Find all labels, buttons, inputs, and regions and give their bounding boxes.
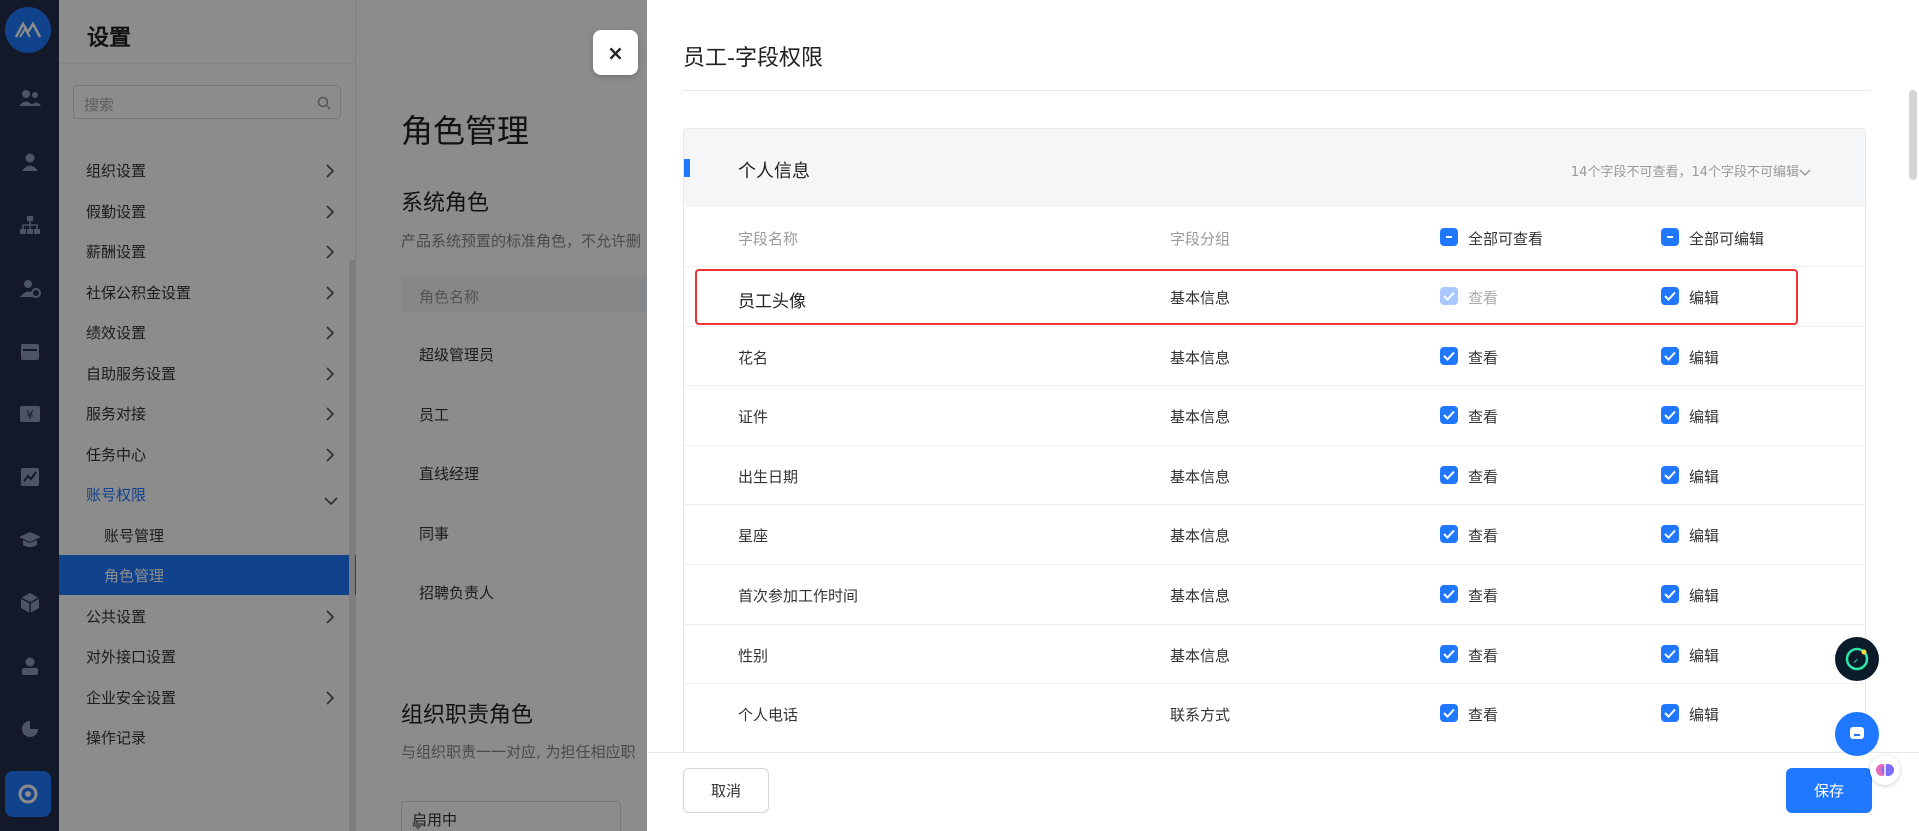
edit-all-label: 全部可编辑 bbox=[1689, 230, 1765, 248]
view-all-checkbox[interactable] bbox=[1440, 228, 1458, 246]
field-group-panel: 个人信息 14个字段不可查看，14个字段不可编辑 字段名称 字段分组 全部可查看… bbox=[683, 128, 1866, 831]
field-group-summary: 14个字段不可查看，14个字段不可编辑 bbox=[1570, 165, 1799, 180]
view-checkbox[interactable] bbox=[1440, 347, 1458, 365]
column-field-group: 字段分组 bbox=[1170, 230, 1231, 248]
field-group: 基本信息 bbox=[1170, 408, 1231, 426]
close-drawer-button[interactable]: × bbox=[593, 30, 638, 75]
edit-label: 编辑 bbox=[1689, 408, 1720, 426]
ai-assistant-icon[interactable] bbox=[1835, 637, 1879, 681]
view-checkbox bbox=[1440, 287, 1458, 305]
edit-checkbox[interactable] bbox=[1661, 645, 1679, 663]
field-group-name: 个人信息 bbox=[738, 161, 810, 182]
chat-support-icon[interactable] bbox=[1835, 712, 1879, 756]
edit-checkbox[interactable] bbox=[1661, 525, 1679, 543]
table-row: 星座 基本信息 查看 编辑 bbox=[684, 504, 1865, 564]
view-label: 查看 bbox=[1468, 349, 1499, 367]
field-name: 证件 bbox=[738, 408, 769, 426]
table-row: 花名 基本信息 查看 编辑 bbox=[684, 326, 1865, 386]
field-name: 员工头像 bbox=[738, 292, 806, 312]
view-label: 查看 bbox=[1468, 468, 1499, 486]
edit-checkbox[interactable] bbox=[1661, 406, 1679, 424]
field-group: 联系方式 bbox=[1170, 706, 1231, 724]
view-label: 查看 bbox=[1468, 527, 1499, 545]
view-checkbox[interactable] bbox=[1440, 406, 1458, 424]
cancel-button[interactable]: 取消 bbox=[683, 768, 769, 813]
field-name: 星座 bbox=[738, 527, 769, 545]
table-row: 个人电话 联系方式 查看 编辑 bbox=[684, 683, 1865, 743]
drawer-scrollbar[interactable] bbox=[1909, 90, 1919, 180]
field-group-header[interactable]: 个人信息 14个字段不可查看，14个字段不可编辑 bbox=[684, 129, 1865, 207]
view-checkbox[interactable] bbox=[1440, 704, 1458, 722]
view-label: 查看 bbox=[1468, 408, 1499, 426]
table-row: 证件 基本信息 查看 编辑 bbox=[684, 385, 1865, 445]
save-button[interactable]: 保存 bbox=[1786, 768, 1872, 813]
chevron-down-icon[interactable] bbox=[1799, 162, 1811, 181]
field-name: 出生日期 bbox=[738, 468, 799, 486]
edit-label: 编辑 bbox=[1689, 706, 1720, 724]
field-permission-drawer: 员工-字段权限 个人信息 14个字段不可查看，14个字段不可编辑 字段名称 字段… bbox=[647, 0, 1919, 831]
drawer-divider bbox=[683, 90, 1870, 91]
edit-checkbox[interactable] bbox=[1661, 287, 1679, 305]
edit-label: 编辑 bbox=[1689, 349, 1720, 367]
edit-all-checkbox[interactable] bbox=[1661, 228, 1679, 246]
edit-label: 编辑 bbox=[1689, 587, 1720, 605]
close-icon: × bbox=[607, 40, 624, 65]
table-row: 员工头像 基本信息 查看 编辑 bbox=[684, 266, 1865, 326]
view-label: 查看 bbox=[1468, 289, 1499, 307]
edit-label: 编辑 bbox=[1689, 289, 1720, 307]
field-group: 基本信息 bbox=[1170, 587, 1231, 605]
field-group: 基本信息 bbox=[1170, 349, 1231, 367]
view-label: 查看 bbox=[1468, 706, 1499, 724]
field-group: 基本信息 bbox=[1170, 289, 1231, 307]
view-all-label: 全部可查看 bbox=[1468, 230, 1544, 248]
view-label: 查看 bbox=[1468, 587, 1499, 605]
edit-label: 编辑 bbox=[1689, 527, 1720, 545]
field-name: 花名 bbox=[738, 349, 769, 367]
table-row: 首次参加工作时间 基本信息 查看 编辑 bbox=[684, 564, 1865, 624]
field-name: 性别 bbox=[738, 647, 769, 665]
field-name: 首次参加工作时间 bbox=[738, 587, 859, 605]
group-accent-bar bbox=[684, 159, 690, 177]
field-name: 个人电话 bbox=[738, 706, 799, 724]
drawer-title: 员工-字段权限 bbox=[683, 46, 823, 71]
view-checkbox[interactable] bbox=[1440, 585, 1458, 603]
view-checkbox[interactable] bbox=[1440, 645, 1458, 663]
edit-checkbox[interactable] bbox=[1661, 466, 1679, 484]
field-group: 基本信息 bbox=[1170, 468, 1231, 486]
view-label: 查看 bbox=[1468, 647, 1499, 665]
edit-label: 编辑 bbox=[1689, 647, 1720, 665]
table-row: 性别 基本信息 查看 编辑 bbox=[684, 624, 1865, 684]
edit-checkbox[interactable] bbox=[1661, 585, 1679, 603]
edit-checkbox[interactable] bbox=[1661, 704, 1679, 722]
modal-overlay[interactable] bbox=[0, 0, 647, 831]
edit-label: 编辑 bbox=[1689, 468, 1720, 486]
field-group: 基本信息 bbox=[1170, 647, 1231, 665]
view-checkbox[interactable] bbox=[1440, 525, 1458, 543]
view-checkbox[interactable] bbox=[1440, 466, 1458, 484]
drawer-footer: 取消 保存 bbox=[647, 752, 1919, 831]
brain-icon[interactable] bbox=[1870, 755, 1900, 785]
column-field-name: 字段名称 bbox=[738, 230, 799, 248]
edit-checkbox[interactable] bbox=[1661, 347, 1679, 365]
table-row: 出生日期 基本信息 查看 编辑 bbox=[684, 445, 1865, 505]
field-group: 基本信息 bbox=[1170, 527, 1231, 545]
